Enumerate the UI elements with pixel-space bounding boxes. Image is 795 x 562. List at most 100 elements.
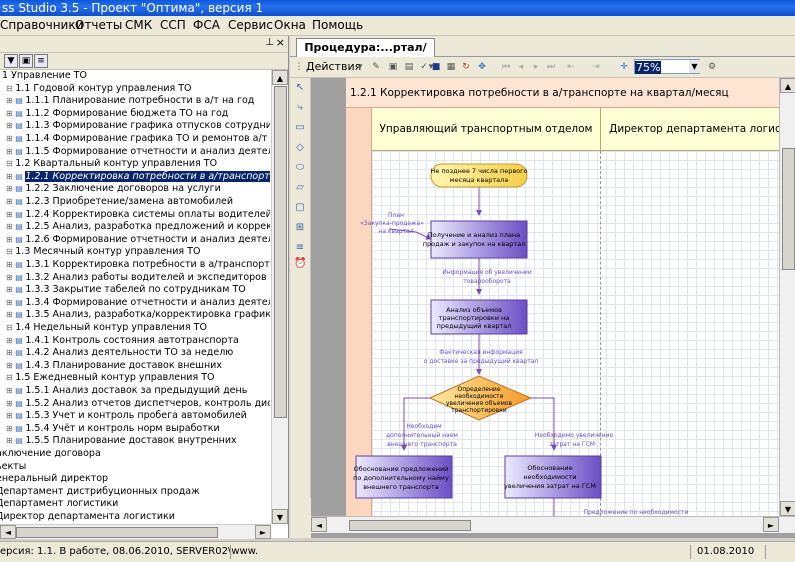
expand-icon[interactable]: ⊞ xyxy=(6,411,13,420)
menu-ssp[interactable]: ССП xyxy=(160,16,186,35)
tree-item[interactable]: ⊞ ▤ 1.4.1 Контроль состояния автотранспо… xyxy=(6,335,239,347)
tree-item[interactable]: ⊞ ▤ 1.1.5 Формирование отчетности и анал… xyxy=(6,146,270,158)
expand-icon[interactable]: ⊞ xyxy=(6,121,13,130)
connect-icon[interactable]: ⇥ xyxy=(590,61,602,73)
expand-icon[interactable]: ⊞ xyxy=(6,399,13,408)
scroll-thumb[interactable] xyxy=(274,86,287,418)
tab-procedure[interactable]: Процедура:...ртал/месяц xyxy=(296,38,435,72)
tree-shape-icon[interactable]: ⊞ xyxy=(294,222,306,234)
tree-item[interactable]: Директор департамента логистики xyxy=(0,511,175,523)
last-icon[interactable]: ⏭ xyxy=(545,61,557,73)
zoom-dropdown-icon[interactable]: ▼ xyxy=(689,60,700,73)
tree-item[interactable]: ⊞ ▤ 1.3.1 Корректировка потребности в а/… xyxy=(6,259,270,271)
menu-references[interactable]: Справочники xyxy=(0,16,83,35)
move-icon[interactable]: ✥ xyxy=(476,61,488,73)
tree-item[interactable]: ⊞ ▤ 1.1.1 Планирование потребности в а/т… xyxy=(6,95,254,107)
collapse-icon[interactable]: ⊟ xyxy=(6,247,15,256)
expand-icon[interactable]: ⊞ xyxy=(6,172,13,181)
tree-item[interactable]: ⊞ ▤ 1.3.5 Анализ, разработка/корректиров… xyxy=(6,309,270,321)
dropdown-arrow-icon[interactable]: ▾ xyxy=(354,61,366,73)
menu-service[interactable]: Сервис xyxy=(228,16,273,35)
zoom-icon[interactable]: ✛ xyxy=(618,61,630,73)
tree-item[interactable]: ⊞ ▤ 1.2.1 Корректировка потребности в а/… xyxy=(6,170,270,183)
expand-icon[interactable]: ⊞ xyxy=(6,386,13,395)
scroll-thumb[interactable] xyxy=(16,527,218,538)
expand-icon[interactable]: ⊞ xyxy=(6,184,13,193)
lines-icon[interactable]: ≡ xyxy=(294,242,306,254)
tree-item[interactable]: ⊞ ▤ 1.1.2 Формирование бюджета ТО на год xyxy=(6,108,228,120)
edit-icon[interactable]: ✎ xyxy=(370,61,382,73)
expand-icon[interactable]: ⊞ xyxy=(6,361,13,370)
collapse-icon[interactable]: ⊟ xyxy=(6,373,15,382)
expand-icon[interactable]: ⊞ xyxy=(6,424,13,433)
scroll-down-icon[interactable]: ▼ xyxy=(780,501,795,516)
task-justify-external-hire[interactable]: Обоснование предложений по дополнительно… xyxy=(353,455,453,499)
menu-fsa[interactable]: ФСА xyxy=(193,16,220,35)
tree-item[interactable]: ⊞ ▤ 1.2.4 Корректировка системы оплаты в… xyxy=(6,209,270,221)
tree-item[interactable]: 1 Управление ТО xyxy=(2,70,87,82)
diagram-vertical-scrollbar[interactable]: ▲ ▼ xyxy=(779,78,795,516)
task-analyze-volumes[interactable]: Анализ объемов транспортировки на предыд… xyxy=(430,299,528,335)
expand-icon[interactable]: ⊞ xyxy=(6,96,13,105)
tree-icon[interactable]: ≡ xyxy=(34,54,48,68)
collapse-icon[interactable]: ⊟ xyxy=(6,159,15,168)
menu-smk[interactable]: СМК xyxy=(125,16,152,35)
collapse-icon[interactable]: ⊟ xyxy=(6,84,15,93)
close-icon[interactable]: × xyxy=(276,36,285,49)
start-event[interactable]: Не позднее 7 числа первого месяца кварта… xyxy=(430,163,528,188)
tree-item[interactable]: ьекты xyxy=(0,461,26,473)
tree-vertical-scrollbar[interactable]: ▲ ▼ xyxy=(271,70,288,524)
alarm-icon[interactable]: ⏰ xyxy=(294,258,306,270)
tree-item[interactable]: ⊞ ▤ 1.5.2 Анализ отчетов диспетчеров, ко… xyxy=(6,398,270,410)
tree-item[interactable]: ⊞ ▤ 1.2.5 Анализ, разработка предложений… xyxy=(6,221,270,233)
expand-icon[interactable]: ⊞ xyxy=(6,310,13,319)
tree-item[interactable]: ⊞ ▤ 1.5.3 Учет и контроль пробега автомо… xyxy=(6,410,247,422)
connector-icon[interactable]: ⤷ xyxy=(294,102,306,114)
tree-item[interactable]: ⊞ ▤ 1.2.3 Приобретение/замена автомобиле… xyxy=(6,196,233,208)
tree-item[interactable]: Департамент дистрибуционных продаж xyxy=(0,486,200,498)
expand-icon[interactable]: ⊞ xyxy=(6,436,13,445)
tree-item[interactable]: Департамент логистики xyxy=(0,498,118,510)
scroll-left-icon[interactable]: ◄ xyxy=(311,517,327,532)
filter-icon[interactable]: ▼ xyxy=(4,54,18,68)
document-shape-icon[interactable]: ▱ xyxy=(294,182,306,194)
tree-item[interactable]: енеральный директор xyxy=(0,473,108,485)
prev-icon[interactable]: ◂ xyxy=(515,61,527,73)
oval-icon[interactable]: ⬭ xyxy=(294,162,306,174)
tree-item[interactable]: ⊞ ▤ 1.3.4 Формирование отчетности и анал… xyxy=(6,297,270,309)
tree-item[interactable]: ⊟ 1.1 Годовой контур управления ТО xyxy=(6,83,192,95)
tree-item[interactable]: ⊟ 1.5 Ежедневный контур управления ТО xyxy=(6,372,214,384)
tree-item[interactable]: ⊞ ▤ 1.1.3 Формирование графика отпусков … xyxy=(6,120,270,132)
tree-item[interactable]: ⊞ ▤ 1.5.4 Учёт и контроль норм выработки xyxy=(6,423,220,435)
tree-item[interactable]: ⊟ 1.4 Недельный контур управления ТО xyxy=(6,322,207,334)
diagram-canvas[interactable]: 1.2.1 Корректировка потребности в а/тран… xyxy=(311,78,795,538)
refresh-icon[interactable]: ↻ xyxy=(460,61,472,73)
tree-horizontal-scrollbar[interactable]: ◄ ► xyxy=(0,524,271,539)
tree-item[interactable]: ⊞ ▤ 1.2.2 Заключение договоров на услуги xyxy=(6,183,221,195)
actions-menu[interactable]: Действия xyxy=(306,60,361,74)
tree-item[interactable]: ⊞ ▤ 1.3.3 Закрытие табелей по сотрудника… xyxy=(6,284,246,296)
align-icon[interactable]: ⇤ xyxy=(565,61,577,73)
expand-icon[interactable]: ⊞ xyxy=(6,273,13,282)
expand-icon[interactable]: ⊞ xyxy=(6,147,13,156)
scroll-thumb[interactable] xyxy=(782,148,795,270)
tree-item[interactable]: ⊟ 1.2 Квартальный контур управления ТО xyxy=(6,158,217,170)
layout-icon[interactable]: ▦ xyxy=(445,61,457,73)
tree-item[interactable]: аключение договора xyxy=(0,448,101,460)
menu-help[interactable]: Помощь xyxy=(312,16,363,35)
task-justify-fuel-costs[interactable]: Обоснование необходимости увеличения зат… xyxy=(504,455,602,499)
scroll-thumb[interactable] xyxy=(349,520,471,531)
box-icon[interactable]: ▢ xyxy=(294,202,306,214)
tree-item[interactable]: ⊞ ▤ 1.4.3 Планирование доставок внешних xyxy=(6,360,222,372)
expand-icon[interactable]: ⊞ xyxy=(6,109,13,118)
menu-windows[interactable]: Окна xyxy=(274,16,306,35)
scroll-up-icon[interactable]: ▲ xyxy=(272,70,288,85)
process-tree[interactable]: 1 Управление ТО ⊟ 1.1 Годовой контур упра… xyxy=(0,70,270,524)
tree-item[interactable]: ⊞ ▤ 1.2.6 Формирование отчетности и анал… xyxy=(6,234,270,246)
decision-increase-volumes[interactable]: Определение необходимости увеличения объ… xyxy=(428,375,533,421)
task-analyze-sales-plan[interactable]: Получение и анализ плана продаж и закупо… xyxy=(423,220,528,259)
diagram-horizontal-scrollbar[interactable]: ◄ ► xyxy=(311,516,795,533)
pin-icon[interactable]: ⊥ xyxy=(265,37,274,48)
properties-icon[interactable]: ▣ xyxy=(19,54,33,68)
expand-icon[interactable]: ⊞ xyxy=(6,260,13,269)
